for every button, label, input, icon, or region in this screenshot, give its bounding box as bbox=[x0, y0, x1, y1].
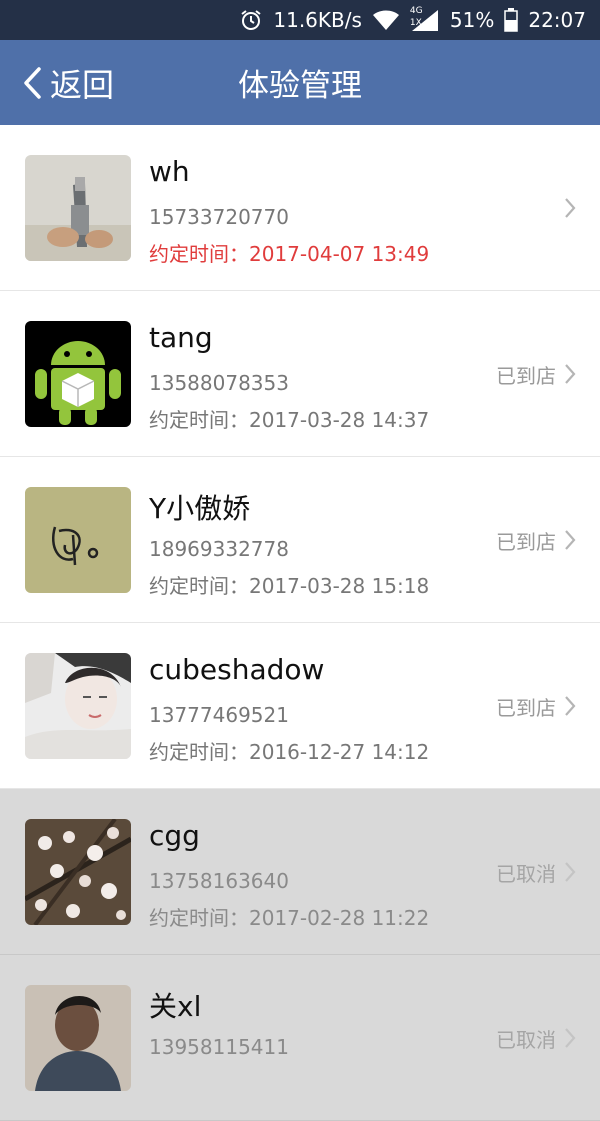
chevron-right-icon bbox=[565, 696, 576, 716]
appointment-time: 约定时间：2016-12-27 14:12 bbox=[149, 740, 430, 764]
status-badge: 已取消 bbox=[496, 1027, 556, 1052]
chevron-left-icon bbox=[24, 66, 41, 99]
chevron-right-icon bbox=[565, 862, 576, 882]
appointment-time: 约定时间：2017-02-28 11:22 bbox=[149, 906, 430, 930]
avatar bbox=[25, 985, 131, 1091]
wifi-icon bbox=[372, 9, 400, 31]
avatar bbox=[25, 321, 131, 427]
battery-icon bbox=[504, 8, 519, 32]
contact-phone: 13588078353 bbox=[149, 371, 289, 395]
list-item[interactable]: tang 13588078353 约定时间：2017-03-28 14:37 已… bbox=[0, 291, 600, 457]
contact-phone: 18969332778 bbox=[149, 537, 289, 561]
list-item[interactable]: cgg 13758163640 约定时间：2017-02-28 11:22 已取… bbox=[0, 789, 600, 955]
clock: 22:07 bbox=[528, 8, 586, 32]
list-item[interactable]: Y小傲娇 18969332778 约定时间：2017-03-28 15:18 已… bbox=[0, 457, 600, 623]
row-action: 已到店 bbox=[496, 291, 576, 457]
status-badge: 已到店 bbox=[496, 529, 556, 554]
status-bar: 11.6KB/s 4G 1X 51% 22:07 bbox=[0, 0, 600, 40]
contact-name: Y小傲娇 bbox=[149, 492, 251, 525]
appointment-time: 约定时间：2017-04-07 13:49 bbox=[149, 242, 430, 266]
contact-name: cubeshadow bbox=[149, 653, 325, 686]
battery-level: 51% bbox=[449, 8, 495, 32]
chevron-right-icon bbox=[565, 1028, 576, 1048]
back-button[interactable]: 返回 bbox=[22, 40, 114, 125]
network-speed: 11.6KB/s bbox=[273, 8, 362, 32]
network-type: 4G bbox=[409, 6, 423, 16]
avatar bbox=[25, 819, 131, 925]
contact-phone: 13758163640 bbox=[149, 869, 289, 893]
status-badge: 已取消 bbox=[496, 861, 556, 886]
list-item[interactable]: cubeshadow 13777469521 约定时间：2016-12-27 1… bbox=[0, 623, 600, 789]
contact-phone: 15733720770 bbox=[149, 205, 289, 229]
contact-phone: 13958115411 bbox=[149, 1035, 289, 1059]
appointment-list: wh 15733720770 约定时间：2017-04-07 13:49 tan… bbox=[0, 125, 600, 1121]
avatar bbox=[25, 653, 131, 759]
row-action bbox=[556, 125, 576, 291]
nav-bar: 返回 体验管理 bbox=[0, 40, 600, 125]
list-item[interactable]: 关xl 13958115411 已取消 bbox=[0, 955, 600, 1121]
appointment-time: 约定时间：2017-03-28 14:37 bbox=[149, 408, 430, 432]
status-badge: 已到店 bbox=[496, 695, 556, 720]
chevron-right-icon bbox=[565, 530, 576, 550]
alarm-icon bbox=[239, 8, 263, 32]
contact-name: 关xl bbox=[149, 990, 202, 1023]
contact-phone: 13777469521 bbox=[149, 703, 289, 727]
avatar bbox=[25, 155, 131, 261]
contact-name: cgg bbox=[149, 819, 200, 852]
chevron-right-icon bbox=[565, 364, 576, 384]
row-action: 已到店 bbox=[496, 457, 576, 623]
avatar bbox=[25, 487, 131, 593]
row-action: 已到店 bbox=[496, 623, 576, 789]
contact-name: tang bbox=[149, 321, 213, 354]
appointment-time: 约定时间：2017-03-28 15:18 bbox=[149, 574, 430, 598]
cellular-icon: 4G 1X bbox=[409, 6, 440, 32]
chevron-right-icon bbox=[565, 198, 576, 218]
status-badge: 已到店 bbox=[496, 363, 556, 388]
row-action: 已取消 bbox=[496, 955, 576, 1121]
contact-name: wh bbox=[149, 155, 190, 188]
list-item[interactable]: wh 15733720770 约定时间：2017-04-07 13:49 bbox=[0, 125, 600, 291]
row-action: 已取消 bbox=[496, 789, 576, 955]
back-label: 返回 bbox=[50, 65, 115, 104]
network-subtype: 1X bbox=[409, 18, 422, 28]
